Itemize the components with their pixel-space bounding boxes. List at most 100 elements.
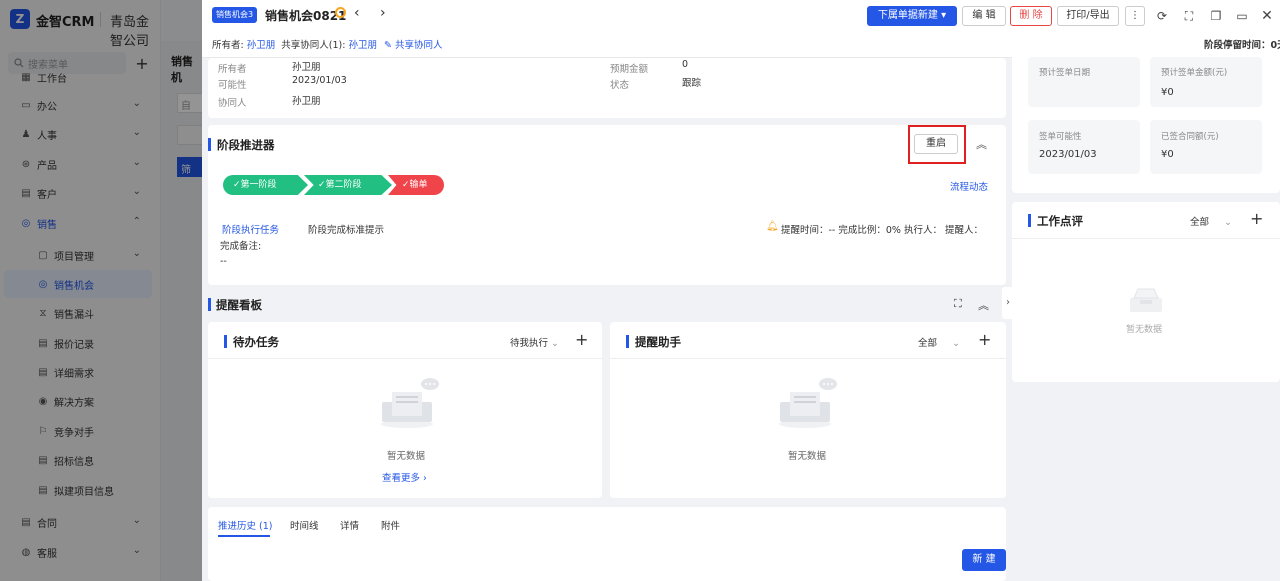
stats-card: 预计签单日期 预计签单金额(元) ¥0 签单可能性 2023/01/03 已签合… [1012,50,1280,193]
owner-label: 所有者: [212,40,244,51]
minimize-window-icon[interactable]: ▭ [1234,8,1250,24]
basic-info-card: 所有者 孙卫朋 预期金额 0 可能性 2023/01/03 状态 跟踪 协同人 … [208,58,1006,118]
new-below-button[interactable]: 下属单据新建 ▾ [867,6,957,26]
expand-icon[interactable]: ⛶ [954,297,962,311]
assistant-filter-value: 全部 [918,338,938,349]
section-marker [208,138,211,151]
stat-value: ¥0 [1161,87,1174,98]
fullscreen-icon[interactable]: ⛶ [1181,8,1197,24]
divider [1012,238,1280,239]
reset-button[interactable]: 重启 [914,134,958,154]
add-todo-button[interactable]: + [575,330,588,349]
remark-value: -- [220,256,227,267]
close-icon[interactable]: ✕ [1259,8,1275,24]
refresh-icon[interactable]: ⟳ [1154,8,1170,24]
section-marker [1028,214,1031,227]
view-more-label: 查看更多 [382,473,421,484]
stat-label: 签单可能性 [1039,132,1082,142]
tab-attachments[interactable]: 附件 [381,518,400,532]
info-label: 协同人 [218,98,247,109]
stat-tile: 签单可能性 2023/01/03 [1028,120,1140,174]
shared-label: 共享协同人(1): [281,40,346,51]
add-review-button[interactable]: + [1250,209,1263,228]
divider [208,358,602,359]
info-label: 预期金额 [610,64,649,75]
todo-filter-select[interactable]: 待我执行 ⌄ [510,335,559,349]
bottom-tabs-card [208,507,1006,581]
stage-standard-tab[interactable]: 阶段完成标准提示 [308,222,384,236]
assistant-card: 提醒助手 全部 ⌄ + 暂无数据 [610,322,1006,498]
todo-empty-text: 暂无数据 [387,451,426,462]
section-marker [224,335,227,348]
stat-tile: 预计签单日期 [1028,57,1140,107]
stage-2[interactable]: ✓第二阶段 [304,175,392,195]
empty-inbox-icon [381,378,439,428]
share-collaborator-button[interactable]: ✎ 共享协同人 [384,37,443,51]
review-filter-select[interactable]: 全部 ⌄ [1190,214,1232,228]
tab-timeline[interactable]: 时间线 [290,518,319,532]
bell-icon: 🔔︎ [766,221,779,232]
reminder-board-title: 提醒看板 [216,298,262,312]
section-marker [626,335,629,348]
assistant-empty-text: 暂无数据 [788,451,827,462]
owner-line: 所有者: 孙卫朋 共享协同人(1): 孙卫朋 [212,37,377,51]
chevron-down-icon: ⌄ [1224,217,1233,228]
stat-label: 已签合同额(元) [1161,132,1219,142]
remark-label: 完成备注: [220,241,262,252]
stage-stay-time: 阶段停留时间：0天 [1204,40,1280,51]
todo-filter-value: 待我执行 [510,338,549,349]
delete-button[interactable]: 删 除 [1010,6,1052,26]
stage-lost-label: 输单 [409,180,428,190]
record-title: 销售机会0821 [265,9,347,23]
assistant-title: 提醒助手 [635,335,681,349]
stat-value: ¥0 [1161,149,1174,160]
stage-advancer-title: 阶段推进器 [217,138,275,152]
stage-2-label: 第二阶段 [325,180,362,190]
reminder-info: 提醒时间：-- 完成比例：0% 执行人： 提醒人： [781,225,983,236]
tab-details[interactable]: 详情 [340,518,359,532]
tab-history[interactable]: 推进历史 (1) [218,518,272,532]
chevron-down-icon: ⌄ [551,338,560,349]
stat-value: 2023/01/03 [1039,149,1097,160]
collapse-board-icon[interactable]: ︽ [978,297,989,313]
add-reminder-button[interactable]: + [978,330,991,349]
stage-1-label: 第一阶段 [240,180,277,190]
stage-lost[interactable]: ✓输单 [388,175,444,195]
info-value: 孙卫朋 [292,96,321,107]
stat-tile: 预计签单金额(元) ¥0 [1150,57,1262,107]
flow-dynamics-link[interactable]: 流程动态 [950,179,988,193]
stat-label: 预计签单金额(元) [1161,68,1228,78]
edit-button[interactable]: 编 辑 [962,6,1006,26]
shared-link[interactable]: 孙卫朋 [349,40,378,51]
more-button[interactable]: ⋮ [1125,6,1145,26]
info-value: 孙卫朋 [292,62,321,73]
record-tag: 销售机会3 [212,7,258,23]
owner-link[interactable]: 孙卫朋 [247,40,276,51]
empty-box-icon [1130,288,1162,312]
prev-record-icon[interactable]: ‹ [354,5,360,21]
new-below-label: 下属单据新建 [877,10,938,21]
stat-label: 预计签单日期 [1039,68,1091,78]
review-empty-text: 暂无数据 [1126,325,1163,335]
work-review-card: 工作点评 全部 ⌄ + 暂无数据 [1012,202,1280,382]
next-record-icon[interactable]: › [380,5,386,21]
info-label: 所有者 [218,64,247,75]
detail-drawer: 销售机会3 销售机会0821 ‹ › 下属单据新建 ▾ 编 辑 删 除 打印/导… [202,0,1280,581]
collapse-icon[interactable]: ︽ [976,136,987,152]
chevron-down-icon: ⌄ [952,338,961,349]
stage-task-tab[interactable]: 阶段执行任务 [222,222,279,236]
favorite-icon[interactable] [335,7,346,18]
info-value: 2023/01/03 [292,75,347,86]
stage-1[interactable]: ✓第一阶段 [223,175,308,195]
new-history-button[interactable]: 新 建 [962,549,1006,571]
work-review-title: 工作点评 [1037,214,1083,228]
restore-window-icon[interactable]: ❐ [1208,8,1224,24]
assistant-filter-select[interactable]: 全部 ⌄ [918,335,960,349]
active-tab-indicator [218,535,270,537]
info-value: 0 [682,59,689,70]
info-label: 状态 [610,80,630,91]
divider [610,358,1006,359]
view-more-link[interactable]: 查看更多 › [382,470,427,484]
print-export-button[interactable]: 打印/导出 [1057,6,1119,26]
section-marker [208,298,211,311]
